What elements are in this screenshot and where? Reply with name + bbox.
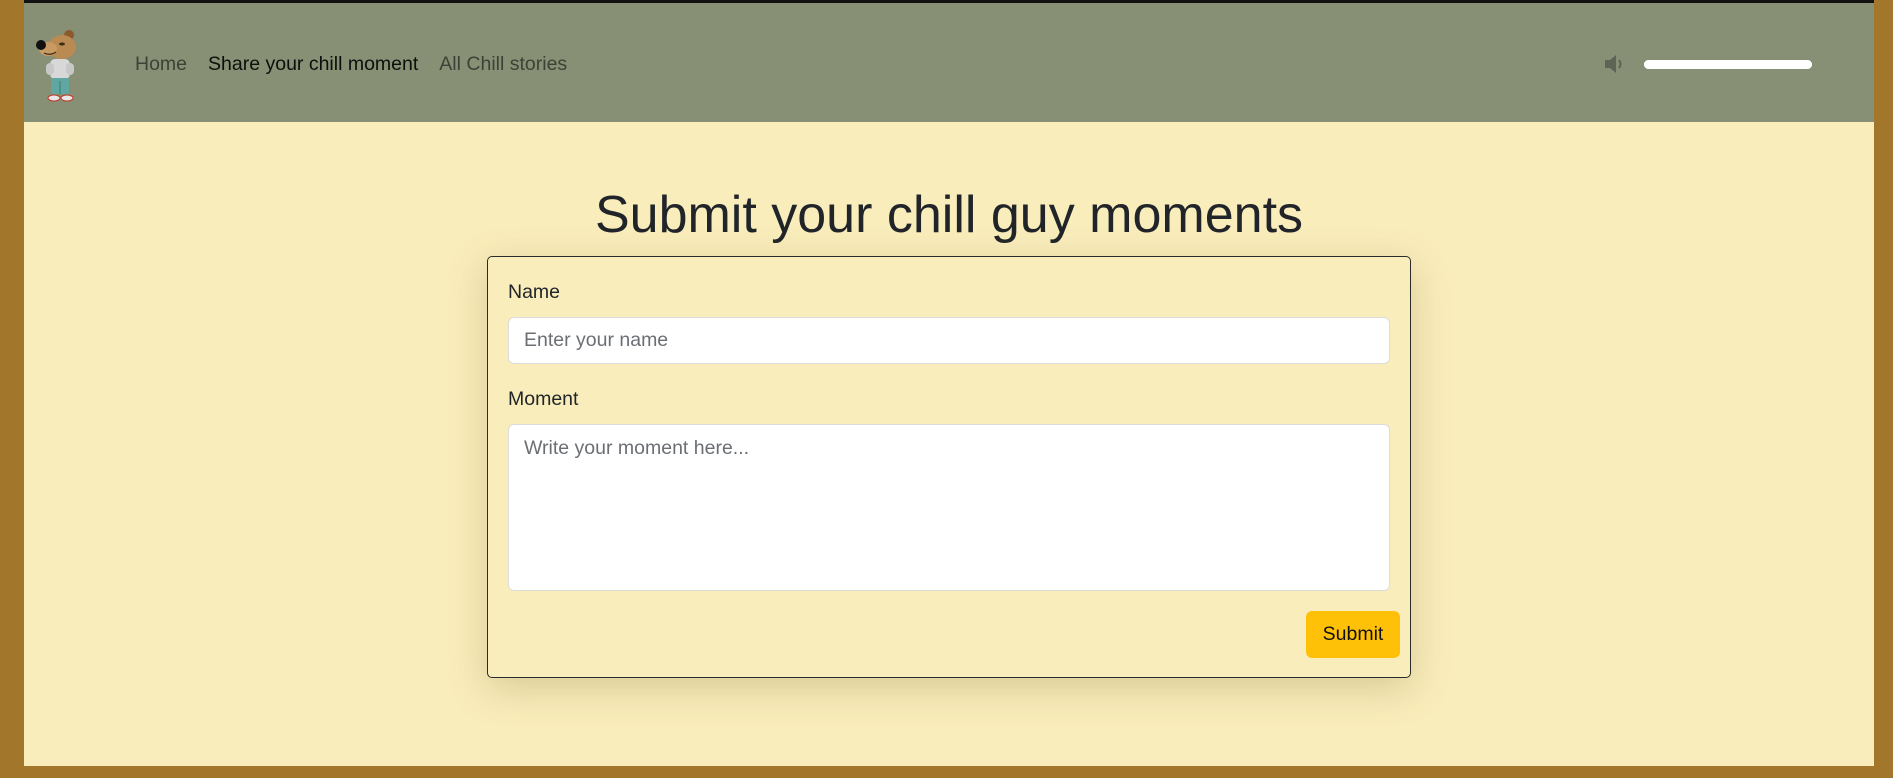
chill-guy-logo-icon[interactable] (36, 29, 86, 105)
name-input[interactable] (508, 317, 1390, 364)
moment-textarea[interactable] (508, 424, 1390, 591)
speaker-icon[interactable] (1602, 51, 1628, 77)
nav-links: Home Share your chill moment All Chill s… (135, 53, 567, 76)
name-label: Name (508, 281, 561, 303)
nav-link-home[interactable]: Home (135, 53, 187, 76)
nav-link-all-stories[interactable]: All Chill stories (439, 53, 567, 76)
page-title: Submit your chill guy moments (594, 186, 1304, 244)
navbar: Home Share your chill moment All Chill s… (24, 3, 1874, 122)
volume-slider[interactable] (1644, 59, 1812, 69)
nav-link-share-moment[interactable]: Share your chill moment (208, 53, 418, 76)
submit-button[interactable]: Submit (1306, 611, 1400, 658)
moment-form: Name Moment Submit (487, 256, 1411, 678)
moment-label: Moment (508, 388, 579, 410)
browser-viewport: Home Share your chill moment All Chill s… (24, 0, 1874, 766)
volume-control (1602, 51, 1812, 77)
volume-slider-fill (1644, 59, 1812, 69)
